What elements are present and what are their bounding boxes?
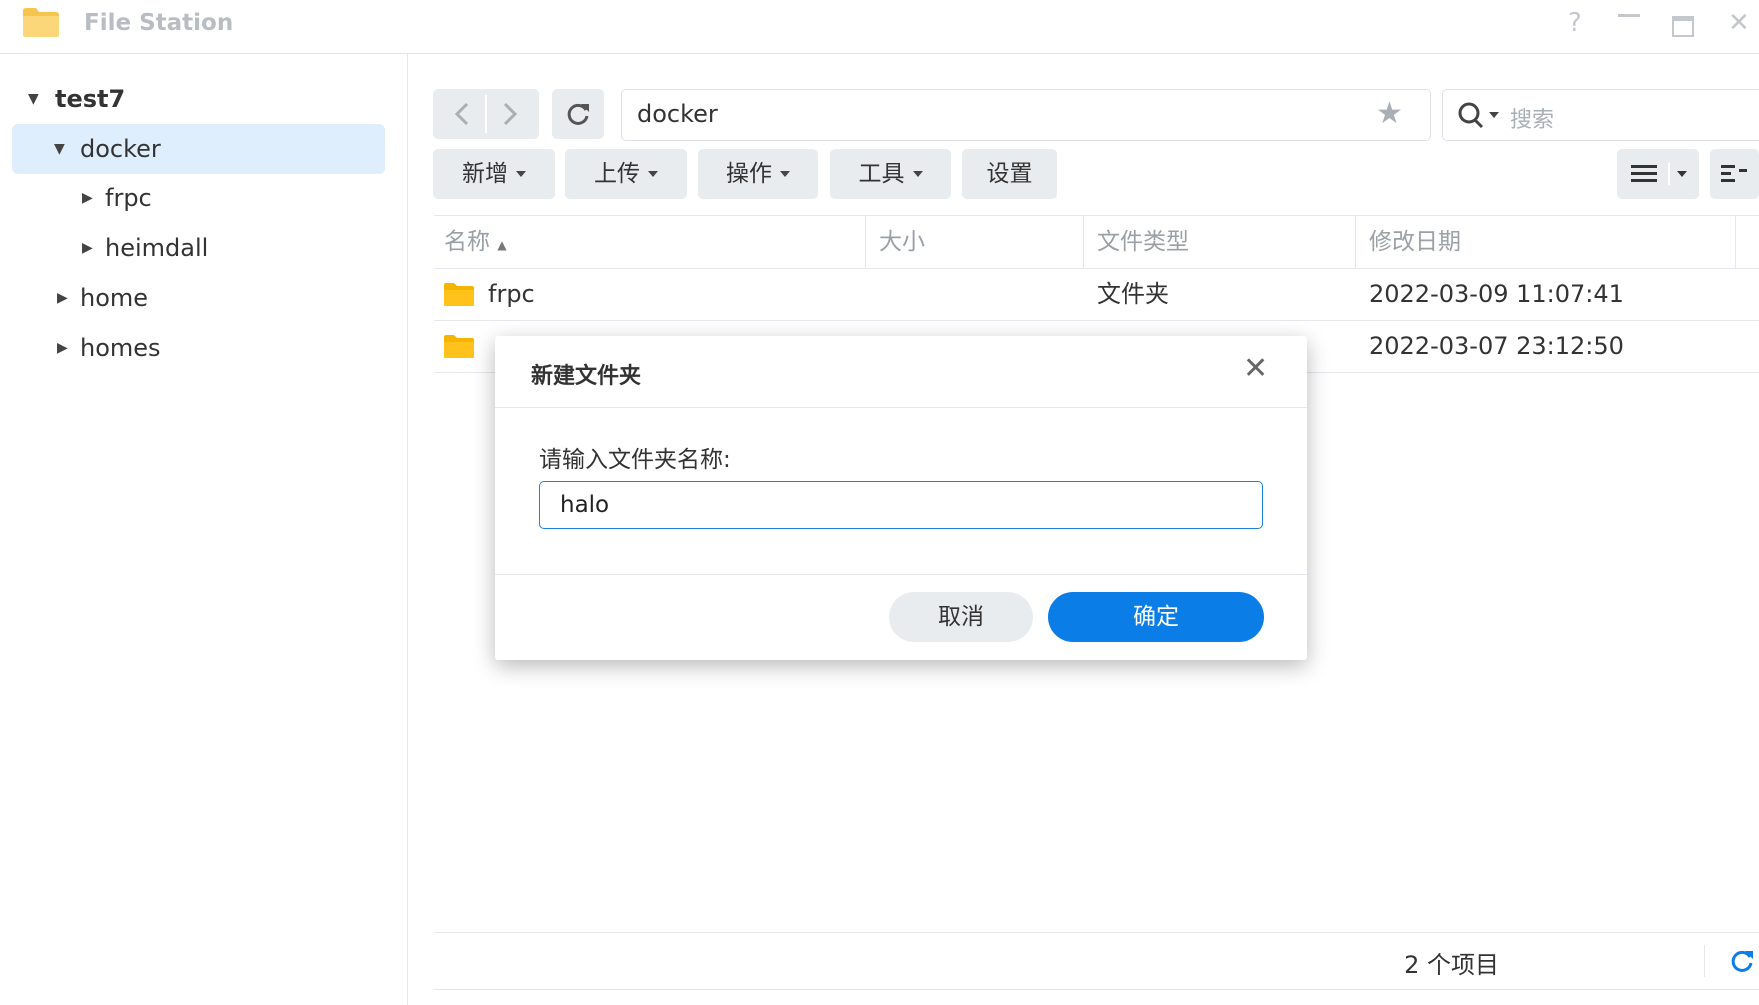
chevron-down-icon[interactable]: ▼ bbox=[54, 127, 65, 171]
tree-item-label: homes bbox=[80, 334, 161, 362]
new-folder-dialog: 新建文件夹 ✕ 请输入文件夹名称: 取消 确定 bbox=[495, 336, 1307, 660]
refresh-icon[interactable] bbox=[1728, 947, 1756, 975]
tree-item-home[interactable]: ▶ home bbox=[0, 276, 407, 320]
forward-button[interactable] bbox=[487, 89, 539, 139]
dialog-divider bbox=[495, 407, 1307, 408]
ok-button[interactable]: 确定 bbox=[1048, 592, 1264, 642]
app-title: File Station bbox=[84, 10, 234, 36]
minimize-icon[interactable] bbox=[1618, 14, 1640, 17]
file-modified: 2022-03-09 11:07:41 bbox=[1369, 280, 1624, 308]
column-type-header[interactable]: 文件类型 bbox=[1097, 216, 1189, 268]
list-view-icon bbox=[1631, 163, 1687, 185]
back-button[interactable] bbox=[433, 89, 485, 139]
status-footer: 2 个项目 bbox=[434, 932, 1759, 990]
refresh-button[interactable] bbox=[552, 89, 604, 139]
create-menu-button[interactable]: 新增 bbox=[433, 149, 555, 199]
tree-item-heimdall[interactable]: ▶ heimdall bbox=[0, 226, 407, 270]
favorite-star-icon[interactable]: ★ bbox=[1376, 96, 1403, 131]
chevron-right-icon[interactable]: ▶ bbox=[82, 226, 93, 270]
column-divider[interactable] bbox=[1083, 216, 1084, 268]
file-station-icon bbox=[23, 8, 59, 37]
tree-item-label: frpc bbox=[105, 184, 152, 212]
column-size-header[interactable]: 大小 bbox=[879, 216, 925, 268]
tree-item-label: home bbox=[80, 284, 149, 312]
tree-root-label: test7 bbox=[55, 85, 126, 113]
action-menu-button[interactable]: 操作 bbox=[698, 149, 818, 199]
chevron-right-icon[interactable]: ▶ bbox=[57, 276, 68, 320]
path-bar[interactable] bbox=[621, 89, 1431, 141]
detail-list-icon bbox=[1721, 165, 1747, 182]
folder-icon bbox=[444, 335, 474, 358]
settings-button[interactable]: 设置 bbox=[962, 149, 1057, 199]
tree-item-label: docker bbox=[80, 135, 161, 163]
folder-name-input[interactable] bbox=[539, 481, 1263, 529]
upload-menu-button[interactable]: 上传 bbox=[565, 149, 687, 199]
file-list-header: 名称 ▲ 大小 文件类型 修改日期 bbox=[434, 215, 1759, 269]
folder-name-prompt: 请输入文件夹名称: bbox=[539, 447, 731, 473]
caret-down-icon bbox=[648, 170, 658, 177]
folder-tree-sidebar: ▼ test7 ▼ docker ▶ frpc ▶ heimdall ▶ hom… bbox=[0, 54, 408, 1005]
close-icon[interactable]: ✕ bbox=[1243, 354, 1268, 384]
footer-divider bbox=[1704, 945, 1705, 977]
action-menu-label: 操作 bbox=[726, 161, 772, 187]
chevron-right-icon[interactable]: ▶ bbox=[57, 326, 68, 370]
close-window-icon[interactable]: ✕ bbox=[1728, 8, 1750, 38]
search-placeholder: 搜索 bbox=[1510, 108, 1555, 133]
file-type: 文件夹 bbox=[1097, 280, 1169, 308]
chevron-right-icon[interactable]: ▶ bbox=[82, 176, 93, 220]
tree-root-test7[interactable]: ▼ test7 bbox=[0, 77, 407, 121]
view-mode-button[interactable] bbox=[1617, 149, 1699, 199]
file-modified: 2022-03-07 23:12:50 bbox=[1369, 332, 1624, 360]
tree-item-docker[interactable]: ▼ docker bbox=[0, 124, 407, 174]
table-row[interactable]: frpc 文件夹 2022-03-09 11:07:41 bbox=[434, 268, 1759, 321]
create-menu-label: 新增 bbox=[462, 161, 508, 187]
tree-item-frpc[interactable]: ▶ frpc bbox=[0, 176, 407, 220]
selection-highlight bbox=[12, 124, 385, 174]
search-icon[interactable] bbox=[1457, 100, 1503, 130]
dialog-title: 新建文件夹 bbox=[531, 364, 642, 389]
column-divider[interactable] bbox=[1735, 216, 1736, 268]
detail-view-button[interactable] bbox=[1710, 149, 1759, 199]
caret-down-icon bbox=[912, 170, 923, 177]
tools-menu-label: 工具 bbox=[858, 161, 905, 187]
help-icon[interactable]: ? bbox=[1568, 8, 1582, 38]
caret-down-icon bbox=[516, 170, 526, 177]
path-text: docker bbox=[637, 100, 718, 128]
refresh-icon bbox=[567, 103, 589, 125]
title-bar: File Station ? ✕ bbox=[0, 0, 1759, 54]
dialog-divider bbox=[495, 574, 1307, 575]
tools-menu-button[interactable]: 工具 bbox=[830, 149, 951, 199]
tree-item-homes[interactable]: ▶ homes bbox=[0, 326, 407, 370]
column-modified-header[interactable]: 修改日期 bbox=[1369, 216, 1461, 268]
file-name: frpc bbox=[488, 280, 535, 308]
settings-label: 设置 bbox=[986, 161, 1033, 187]
cancel-button[interactable]: 取消 bbox=[889, 592, 1033, 642]
column-divider[interactable] bbox=[1355, 216, 1356, 268]
tree-item-label: heimdall bbox=[105, 234, 209, 262]
column-divider[interactable] bbox=[865, 216, 866, 268]
upload-menu-label: 上传 bbox=[594, 161, 640, 187]
column-name-header[interactable]: 名称 ▲ bbox=[444, 216, 507, 268]
item-count: 2 个项目 bbox=[1404, 951, 1499, 979]
folder-icon bbox=[444, 283, 474, 306]
search-input[interactable]: 搜索 bbox=[1442, 89, 1759, 141]
caret-down-icon bbox=[780, 170, 790, 177]
maximize-icon[interactable] bbox=[1672, 16, 1694, 37]
chevron-down-icon[interactable]: ▼ bbox=[28, 77, 39, 121]
